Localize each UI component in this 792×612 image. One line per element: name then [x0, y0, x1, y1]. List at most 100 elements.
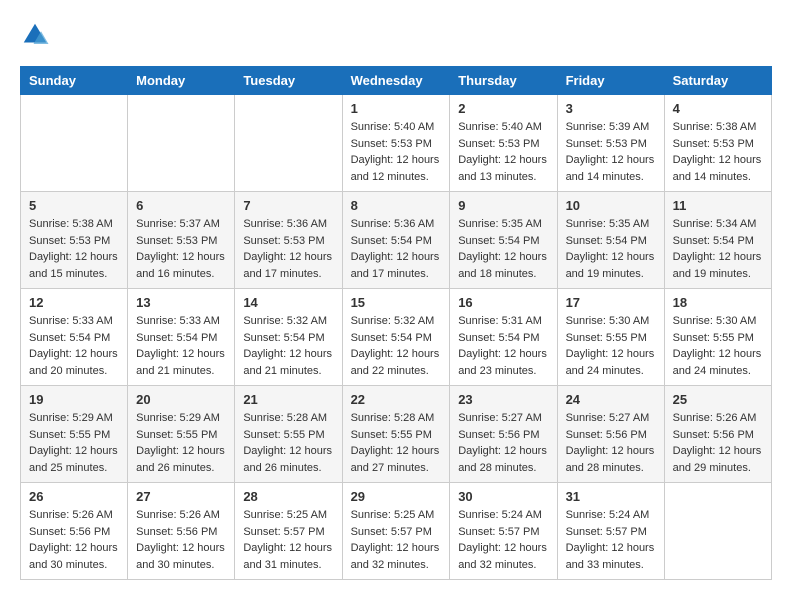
day-number: 27 [136, 489, 226, 504]
day-number: 16 [458, 295, 548, 310]
calendar-cell: 16 Sunrise: 5:31 AMSunset: 5:54 PMDayligh… [450, 289, 557, 386]
day-info: Sunrise: 5:38 AMSunset: 5:53 PMDaylight:… [29, 216, 119, 282]
day-number: 8 [351, 198, 442, 213]
calendar-cell: 11 Sunrise: 5:34 AMSunset: 5:54 PMDayligh… [664, 192, 771, 289]
day-number: 20 [136, 392, 226, 407]
day-info: Sunrise: 5:32 AMSunset: 5:54 PMDaylight:… [243, 313, 333, 379]
day-info: Sunrise: 5:36 AMSunset: 5:54 PMDaylight:… [351, 216, 442, 282]
calendar-cell: 17 Sunrise: 5:30 AMSunset: 5:55 PMDayligh… [557, 289, 664, 386]
day-number: 17 [566, 295, 656, 310]
calendar-cell: 27 Sunrise: 5:26 AMSunset: 5:56 PMDayligh… [128, 483, 235, 580]
day-info: Sunrise: 5:25 AMSunset: 5:57 PMDaylight:… [243, 507, 333, 573]
calendar-cell: 24 Sunrise: 5:27 AMSunset: 5:56 PMDayligh… [557, 386, 664, 483]
day-info: Sunrise: 5:27 AMSunset: 5:56 PMDaylight:… [566, 410, 656, 476]
weekday-header-wednesday: Wednesday [342, 67, 450, 95]
day-number: 9 [458, 198, 548, 213]
day-number: 1 [351, 101, 442, 116]
calendar-cell: 28 Sunrise: 5:25 AMSunset: 5:57 PMDayligh… [235, 483, 342, 580]
day-number: 23 [458, 392, 548, 407]
day-info: Sunrise: 5:31 AMSunset: 5:54 PMDaylight:… [458, 313, 548, 379]
day-info: Sunrise: 5:26 AMSunset: 5:56 PMDaylight:… [673, 410, 763, 476]
day-info: Sunrise: 5:24 AMSunset: 5:57 PMDaylight:… [458, 507, 548, 573]
calendar-cell: 29 Sunrise: 5:25 AMSunset: 5:57 PMDayligh… [342, 483, 450, 580]
day-number: 30 [458, 489, 548, 504]
calendar-week-1: 1 Sunrise: 5:40 AMSunset: 5:53 PMDaylight… [21, 95, 772, 192]
day-number: 29 [351, 489, 442, 504]
weekday-header-thursday: Thursday [450, 67, 557, 95]
day-info: Sunrise: 5:33 AMSunset: 5:54 PMDaylight:… [136, 313, 226, 379]
day-number: 13 [136, 295, 226, 310]
calendar-cell: 9 Sunrise: 5:35 AMSunset: 5:54 PMDaylight… [450, 192, 557, 289]
day-info: Sunrise: 5:28 AMSunset: 5:55 PMDaylight:… [351, 410, 442, 476]
day-info: Sunrise: 5:28 AMSunset: 5:55 PMDaylight:… [243, 410, 333, 476]
day-info: Sunrise: 5:37 AMSunset: 5:53 PMDaylight:… [136, 216, 226, 282]
day-info: Sunrise: 5:27 AMSunset: 5:56 PMDaylight:… [458, 410, 548, 476]
logo-icon [20, 20, 50, 50]
calendar-cell: 21 Sunrise: 5:28 AMSunset: 5:55 PMDayligh… [235, 386, 342, 483]
day-number: 4 [673, 101, 763, 116]
logo [20, 20, 54, 50]
calendar-week-5: 26 Sunrise: 5:26 AMSunset: 5:56 PMDayligh… [21, 483, 772, 580]
calendar-cell: 5Sunrise: 5:38 AMSunset: 5:53 PMDaylight… [21, 192, 128, 289]
day-info: Sunrise: 5:34 AMSunset: 5:54 PMDaylight:… [673, 216, 763, 282]
day-info: Sunrise: 5:25 AMSunset: 5:57 PMDaylight:… [351, 507, 442, 573]
calendar-cell [128, 95, 235, 192]
day-number: 11 [673, 198, 763, 213]
calendar-week-2: 5Sunrise: 5:38 AMSunset: 5:53 PMDaylight… [21, 192, 772, 289]
calendar-cell: 1 Sunrise: 5:40 AMSunset: 5:53 PMDaylight… [342, 95, 450, 192]
calendar-cell: 31 Sunrise: 5:24 AMSunset: 5:57 PMDayligh… [557, 483, 664, 580]
calendar-table: SundayMondayTuesdayWednesdayThursdayFrid… [20, 66, 772, 580]
calendar-week-3: 12Sunrise: 5:33 AMSunset: 5:54 PMDayligh… [21, 289, 772, 386]
calendar-cell: 26Sunrise: 5:26 AMSunset: 5:56 PMDayligh… [21, 483, 128, 580]
calendar-week-4: 19 Sunrise: 5:29 AMSunset: 5:55 PMDayligh… [21, 386, 772, 483]
day-number: 2 [458, 101, 548, 116]
calendar-cell: 12Sunrise: 5:33 AMSunset: 5:54 PMDayligh… [21, 289, 128, 386]
day-number: 26 [29, 489, 119, 504]
calendar-cell: 7 Sunrise: 5:36 AMSunset: 5:53 PMDaylight… [235, 192, 342, 289]
day-info: Sunrise: 5:36 AMSunset: 5:53 PMDaylight:… [243, 216, 333, 282]
calendar-cell: 23 Sunrise: 5:27 AMSunset: 5:56 PMDayligh… [450, 386, 557, 483]
calendar-cell: 13 Sunrise: 5:33 AMSunset: 5:54 PMDayligh… [128, 289, 235, 386]
day-info: Sunrise: 5:30 AMSunset: 5:55 PMDaylight:… [673, 313, 763, 379]
calendar-cell: 22 Sunrise: 5:28 AMSunset: 5:55 PMDayligh… [342, 386, 450, 483]
day-info: Sunrise: 5:39 AMSunset: 5:53 PMDaylight:… [566, 119, 656, 185]
calendar-cell: 2 Sunrise: 5:40 AMSunset: 5:53 PMDaylight… [450, 95, 557, 192]
day-number: 10 [566, 198, 656, 213]
day-info: Sunrise: 5:29 AMSunset: 5:55 PMDaylight:… [29, 410, 119, 476]
day-info: Sunrise: 5:29 AMSunset: 5:55 PMDaylight:… [136, 410, 226, 476]
day-info: Sunrise: 5:35 AMSunset: 5:54 PMDaylight:… [566, 216, 656, 282]
calendar-cell: 20 Sunrise: 5:29 AMSunset: 5:55 PMDayligh… [128, 386, 235, 483]
day-info: Sunrise: 5:33 AMSunset: 5:54 PMDaylight:… [29, 313, 119, 379]
day-number: 3 [566, 101, 656, 116]
day-info: Sunrise: 5:38 AMSunset: 5:53 PMDaylight:… [673, 119, 763, 185]
day-number: 28 [243, 489, 333, 504]
day-info: Sunrise: 5:40 AMSunset: 5:53 PMDaylight:… [458, 119, 548, 185]
calendar-cell [235, 95, 342, 192]
day-info: Sunrise: 5:24 AMSunset: 5:57 PMDaylight:… [566, 507, 656, 573]
calendar-cell [21, 95, 128, 192]
day-number: 25 [673, 392, 763, 407]
day-number: 31 [566, 489, 656, 504]
day-info: Sunrise: 5:40 AMSunset: 5:53 PMDaylight:… [351, 119, 442, 185]
day-number: 6 [136, 198, 226, 213]
calendar-cell: 15Sunrise: 5:32 AMSunset: 5:54 PMDayligh… [342, 289, 450, 386]
day-number: 7 [243, 198, 333, 213]
day-number: 21 [243, 392, 333, 407]
calendar-cell: 4 Sunrise: 5:38 AMSunset: 5:53 PMDaylight… [664, 95, 771, 192]
calendar-cell: 14 Sunrise: 5:32 AMSunset: 5:54 PMDayligh… [235, 289, 342, 386]
calendar-cell: 19 Sunrise: 5:29 AMSunset: 5:55 PMDayligh… [21, 386, 128, 483]
day-number: 22 [351, 392, 442, 407]
day-info: Sunrise: 5:32 AMSunset: 5:54 PMDaylight:… [351, 313, 442, 379]
day-number: 24 [566, 392, 656, 407]
calendar-header-row: SundayMondayTuesdayWednesdayThursdayFrid… [21, 67, 772, 95]
day-info: Sunrise: 5:26 AMSunset: 5:56 PMDaylight:… [136, 507, 226, 573]
weekday-header-tuesday: Tuesday [235, 67, 342, 95]
day-number: 19 [29, 392, 119, 407]
calendar-cell: 30 Sunrise: 5:24 AMSunset: 5:57 PMDayligh… [450, 483, 557, 580]
weekday-header-saturday: Saturday [664, 67, 771, 95]
day-number: 14 [243, 295, 333, 310]
day-info: Sunrise: 5:30 AMSunset: 5:55 PMDaylight:… [566, 313, 656, 379]
day-info: Sunrise: 5:35 AMSunset: 5:54 PMDaylight:… [458, 216, 548, 282]
page-header [20, 20, 772, 50]
calendar-cell: 8 Sunrise: 5:36 AMSunset: 5:54 PMDaylight… [342, 192, 450, 289]
